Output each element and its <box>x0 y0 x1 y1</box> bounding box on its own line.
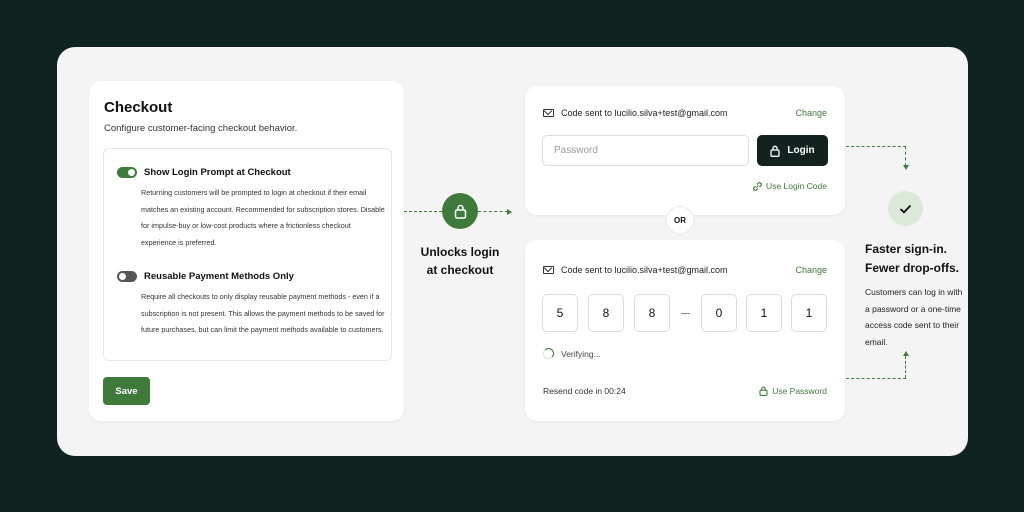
mail-icon <box>543 266 554 274</box>
loading-spinner-icon <box>543 348 554 359</box>
connector-line-right <box>478 211 508 212</box>
otp-separator <box>681 313 690 315</box>
save-button[interactable]: Save <box>103 377 150 405</box>
benefit-description: Customers can log in with a password or … <box>865 287 963 347</box>
connector-arrow-down <box>903 165 909 170</box>
login-button[interactable]: Login <box>757 135 828 166</box>
resend-timer: Resend code in 00:24 <box>543 386 626 396</box>
connector-line-bottom-up <box>905 356 906 378</box>
unlock-label: Unlocks login at checkout <box>418 243 502 279</box>
lock-icon <box>770 145 781 157</box>
benefit-headline: Faster sign-in. Fewer drop-offs. <box>865 240 965 278</box>
checkmark-icon <box>899 204 912 214</box>
lock-icon <box>759 386 768 396</box>
otp-digit[interactable]: 0 <box>701 294 737 332</box>
options-panel: Show Login Prompt at Checkout Returning … <box>103 148 392 361</box>
or-divider: OR <box>666 206 694 234</box>
password-input[interactable] <box>542 135 749 166</box>
reusable-payment-description: Require all checkouts to only display re… <box>141 292 385 334</box>
use-login-code-label: Use Login Code <box>766 181 827 191</box>
use-login-code-link[interactable]: Use Login Code <box>753 181 827 191</box>
toggle-knob <box>119 273 126 280</box>
change-email-link[interactable]: Change <box>795 265 827 275</box>
code-sent-text: Code sent to lucilio.silva+test@gmail.co… <box>561 108 728 118</box>
otp-digit[interactable]: 1 <box>791 294 827 332</box>
checkout-settings-card: Checkout Configure customer-facing check… <box>89 81 404 421</box>
use-password-label: Use Password <box>772 386 827 396</box>
code-login-card: Code sent to lucilio.silva+test@gmail.co… <box>525 240 845 421</box>
change-email-link[interactable]: Change <box>795 108 827 118</box>
code-sent-text: Code sent to lucilio.silva+test@gmail.co… <box>561 265 728 275</box>
benefit-headline-line2: Fewer drop-offs. <box>865 261 960 275</box>
use-password-link[interactable]: Use Password <box>759 386 827 396</box>
lock-badge <box>442 193 478 229</box>
login-prompt-description: Returning customers will be prompted to … <box>141 188 385 247</box>
unlock-label-line2: at checkout <box>426 263 494 277</box>
connector-arrow-up <box>903 351 909 356</box>
reusable-payment-title: Reusable Payment Methods Only <box>144 271 294 282</box>
lock-icon <box>454 204 466 219</box>
page-title: Checkout <box>104 99 173 116</box>
success-badge <box>888 191 923 226</box>
connector-line-top <box>846 146 906 147</box>
login-prompt-title: Show Login Prompt at Checkout <box>144 167 291 178</box>
otp-digit[interactable]: 8 <box>634 294 670 332</box>
toggle-knob <box>128 169 135 176</box>
page-subtitle: Configure customer-facing checkout behav… <box>104 123 298 134</box>
mail-icon <box>543 109 554 117</box>
connector-line-left <box>404 211 442 212</box>
login-prompt-toggle[interactable] <box>117 167 137 178</box>
otp-digit[interactable]: 1 <box>746 294 782 332</box>
connector-line-top-down <box>905 146 906 166</box>
otp-digit[interactable]: 5 <box>542 294 578 332</box>
otp-digit[interactable]: 8 <box>588 294 624 332</box>
reusable-payment-toggle[interactable] <box>117 271 137 282</box>
unlock-label-line1: Unlocks login <box>420 245 500 259</box>
password-login-card: Code sent to lucilio.silva+test@gmail.co… <box>525 86 845 215</box>
connector-line-bottom <box>846 378 906 379</box>
benefit-headline-line1: Faster sign-in. <box>865 242 948 256</box>
link-icon <box>753 181 762 191</box>
login-label: Login <box>787 145 815 156</box>
verifying-status: Verifying... <box>561 349 601 359</box>
connector-arrow <box>507 208 512 215</box>
